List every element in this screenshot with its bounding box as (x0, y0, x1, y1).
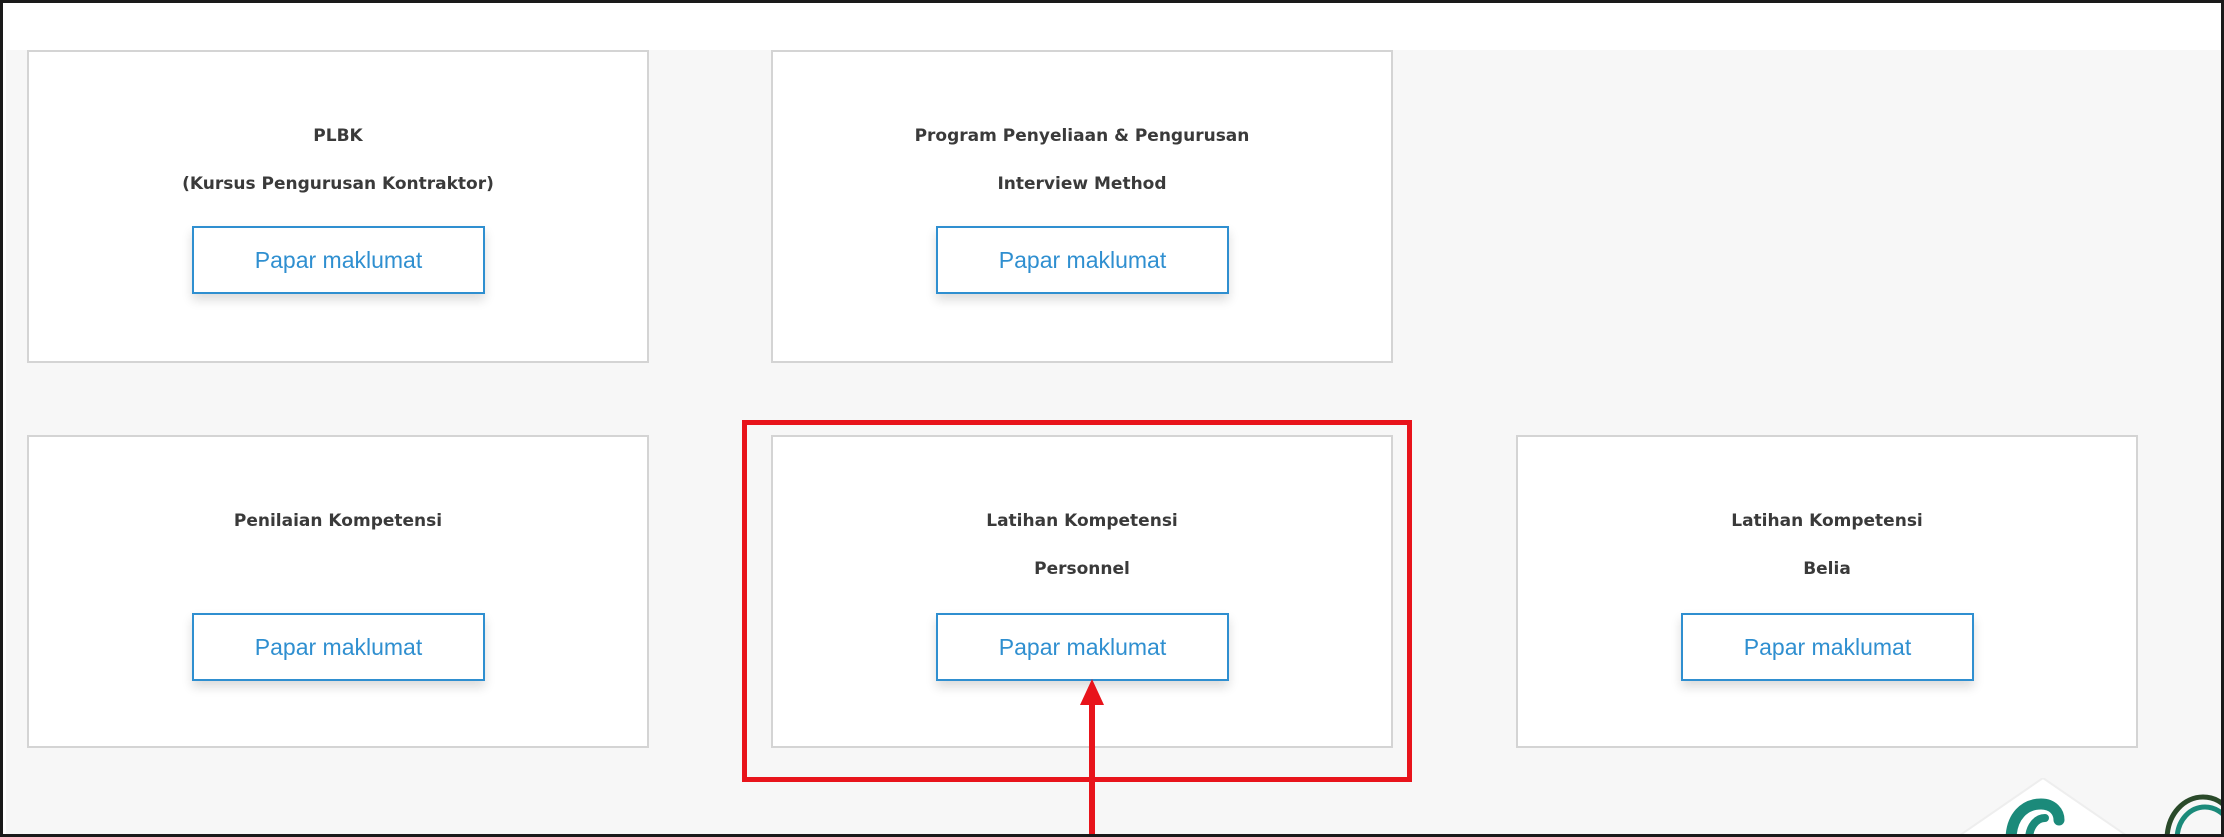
view-info-button[interactable]: Papar maklumat (936, 613, 1229, 681)
card-title-line: Latihan Kompetensi (1731, 511, 1923, 531)
organization-logo-icon (1933, 778, 2163, 834)
card-title-line: (Kursus Pengurusan Kontraktor) (182, 174, 494, 194)
card-penilaian-kompetensi: Penilaian Kompetensi Papar maklumat (27, 435, 649, 748)
view-info-button[interactable]: Papar maklumat (192, 226, 485, 294)
screenshot-frame: PLBK (Kursus Pengurusan Kontraktor) Papa… (0, 0, 2224, 837)
card-plbk: PLBK (Kursus Pengurusan Kontraktor) Papa… (27, 50, 649, 363)
card-title: Penilaian Kompetensi (29, 485, 647, 557)
up-arrow-icon (1080, 679, 1104, 705)
card-title-line: Personnel (1034, 559, 1130, 579)
view-info-button[interactable]: Papar maklumat (1681, 613, 1974, 681)
annotation-arrow-shaft (1089, 703, 1095, 834)
view-info-button[interactable]: Papar maklumat (936, 226, 1229, 294)
card-title-line: Penilaian Kompetensi (233, 511, 443, 531)
view-info-button[interactable]: Papar maklumat (192, 613, 485, 681)
card-title-line: Program Penyeliaan & Pengurusan (914, 126, 1250, 146)
card-latihan-kompetensi-belia: Latihan Kompetensi Belia Papar maklumat (1516, 435, 2138, 748)
card-title: Latihan Kompetensi Personnel (773, 485, 1391, 605)
partner-logo-icon (2163, 783, 2221, 834)
card-title-line: PLBK (313, 126, 363, 146)
card-title: Latihan Kompetensi Belia (1518, 485, 2136, 605)
card-program-penyeliaan: Program Penyeliaan & Pengurusan Intervie… (771, 50, 1393, 363)
card-title: PLBK (Kursus Pengurusan Kontraktor) (29, 100, 647, 220)
card-title-line: Latihan Kompetensi (986, 511, 1178, 531)
card-title-line: Interview Method (997, 174, 1167, 194)
card-title: Program Penyeliaan & Pengurusan Intervie… (773, 100, 1391, 220)
card-title-line: Belia (1803, 559, 1851, 579)
